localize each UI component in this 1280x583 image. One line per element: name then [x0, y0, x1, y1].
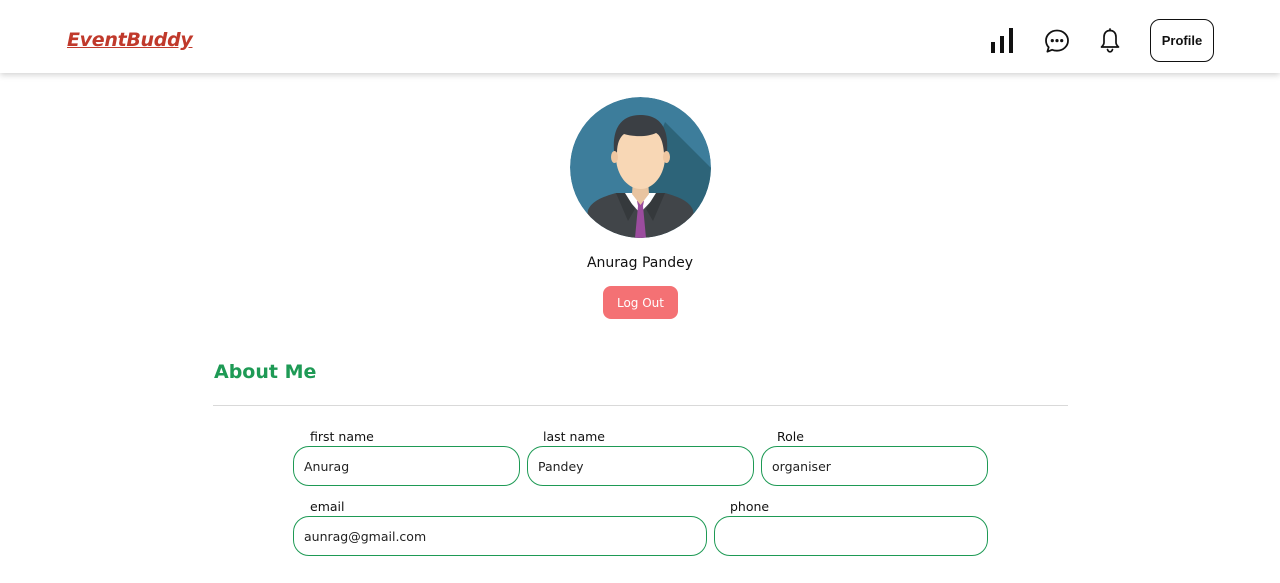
- last-name-input[interactable]: [527, 446, 754, 486]
- chat-icon[interactable]: [1044, 28, 1070, 54]
- role-input[interactable]: [761, 446, 988, 486]
- section-divider: [213, 405, 1068, 406]
- top-navbar: EventBuddy Profile: [0, 0, 1280, 73]
- phone-label: phone: [730, 499, 770, 514]
- last-name-label: last name: [543, 429, 605, 444]
- brand-logo-link[interactable]: EventBuddy: [67, 29, 193, 51]
- logout-button[interactable]: Log Out: [603, 286, 678, 319]
- user-avatar-icon: [570, 97, 711, 238]
- user-display-name: Anurag Pandey: [586, 255, 694, 271]
- email-label: email: [310, 499, 345, 514]
- profile-button[interactable]: Profile: [1150, 19, 1214, 62]
- about-me-heading: About Me: [214, 361, 317, 383]
- role-label: Role: [777, 429, 804, 444]
- bell-icon[interactable]: [1099, 28, 1121, 54]
- bar-chart-icon[interactable]: [989, 26, 1017, 54]
- phone-input[interactable]: [714, 516, 988, 556]
- email-input[interactable]: [293, 516, 707, 556]
- avatar: [570, 97, 711, 238]
- first-name-input[interactable]: [293, 446, 520, 486]
- first-name-label: first name: [310, 429, 374, 444]
